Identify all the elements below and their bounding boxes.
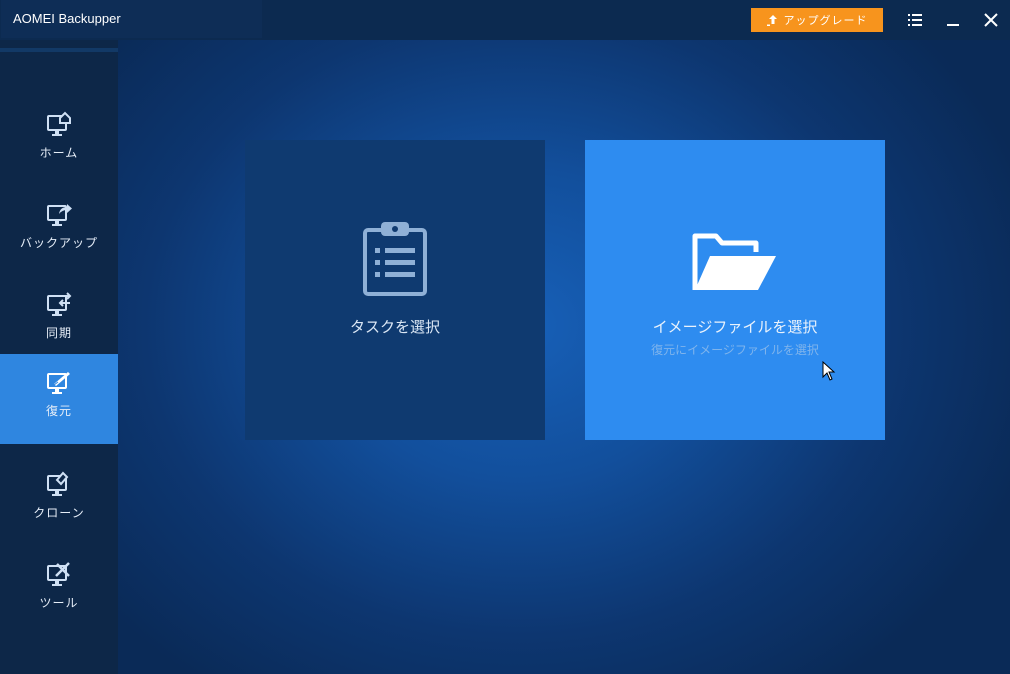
restore-monitor-icon	[47, 372, 70, 394]
sidebar-item-home[interactable]: ホーム	[0, 96, 118, 186]
sidebar-item-label: 復元	[45, 404, 72, 418]
select-task-title: タスクを選択	[349, 318, 440, 336]
mouse-cursor-icon	[822, 361, 836, 381]
sidebar-item-clone[interactable]: クローン	[0, 456, 118, 546]
upgrade-button[interactable]: アップグレード	[751, 8, 883, 32]
app-title-tab: AOMEI Backupper	[1, 0, 262, 38]
main-panel: タスクを選択 イメージファイルを選択 復元にイメージファイルを選択	[118, 40, 1010, 674]
minimize-icon	[947, 24, 959, 26]
minimize-button[interactable]	[943, 10, 963, 30]
upgrade-label: アップグレード	[783, 14, 868, 27]
select-image-title: イメージファイルを選択	[652, 318, 818, 336]
sidebar-item-sync[interactable]: 同期	[0, 276, 118, 366]
folder-icon	[692, 233, 776, 290]
menu-list-icon	[908, 14, 922, 26]
clone-monitor-icon	[47, 471, 69, 496]
close-icon	[984, 13, 998, 27]
app-title: AOMEI Backupper	[13, 11, 121, 26]
sidebar-item-restore[interactable]: 復元	[0, 354, 118, 444]
sidebar-item-label: ツール	[39, 596, 79, 610]
home-monitor-icon	[47, 111, 71, 136]
sidebar-item-label: バックアップ	[19, 236, 98, 250]
tools-monitor-icon	[47, 562, 70, 586]
sidebar-item-tools[interactable]: ツール	[0, 546, 118, 636]
select-task-card[interactable]: タスクを選択	[245, 140, 545, 440]
select-image-card[interactable]: イメージファイルを選択 復元にイメージファイルを選択	[585, 140, 885, 440]
menu-button[interactable]	[905, 10, 925, 30]
sidebar: ホーム バックアップ 同期 復元 クローン ツール	[0, 56, 118, 674]
backup-monitor-icon	[47, 204, 72, 226]
sidebar-item-label: クローン	[33, 506, 85, 520]
sync-monitor-icon	[47, 292, 72, 316]
clipboard-icon	[363, 222, 427, 296]
close-button[interactable]	[981, 10, 1001, 30]
sidebar-item-label: ホーム	[39, 146, 79, 160]
upgrade-arrow-icon	[766, 15, 777, 26]
title-underline	[0, 48, 136, 52]
title-bar: AOMEI Backupper アップグレード	[0, 0, 1010, 40]
sidebar-item-label: 同期	[45, 326, 72, 340]
sidebar-item-backup[interactable]: バックアップ	[0, 186, 118, 276]
select-image-subtitle: 復元にイメージファイルを選択	[651, 343, 819, 357]
